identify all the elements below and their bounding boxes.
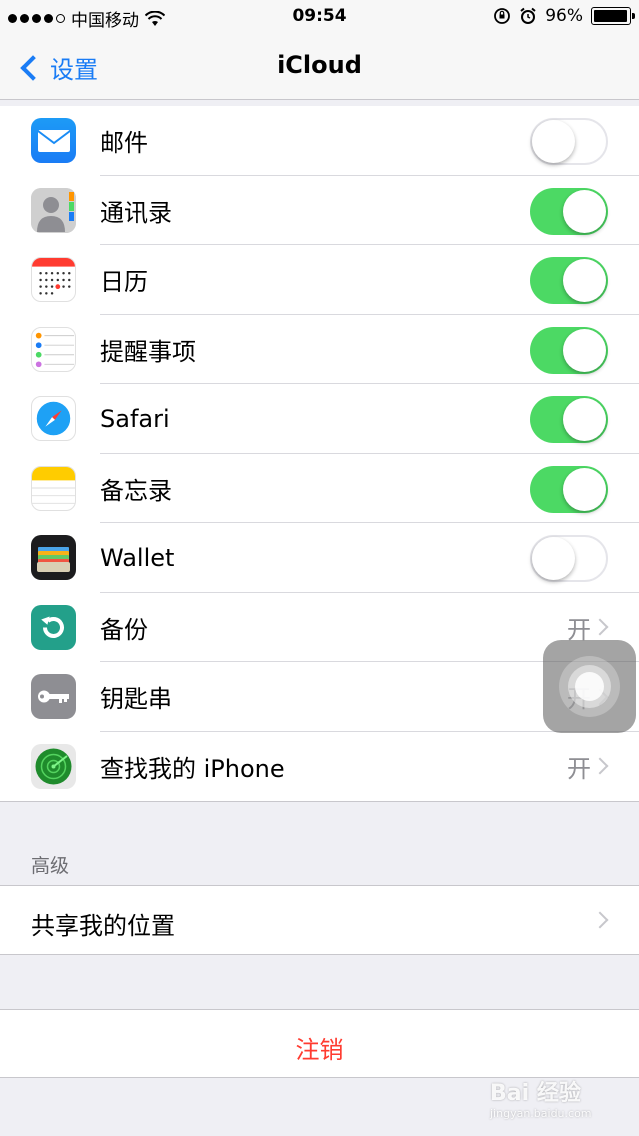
wallet-icon <box>31 535 76 580</box>
safari-toggle[interactable] <box>530 396 608 443</box>
calendar-label: 日历 <box>100 268 148 297</box>
list-item-contacts: 通讯录 <box>0 176 639 245</box>
list-item-find-my-iphone[interactable]: 查找我的 iPhone 开 <box>0 732 639 802</box>
safari-icon <box>31 396 76 441</box>
status-bar: 中国移动 09:54 96% <box>0 0 639 34</box>
wallet-label: Wallet <box>100 543 175 572</box>
notes-toggle[interactable] <box>530 465 608 513</box>
contacts-toggle[interactable] <box>530 187 608 235</box>
backup-label: 备份 <box>100 615 148 644</box>
alarm-icon <box>520 7 536 24</box>
chevron-right-icon <box>591 911 609 929</box>
keychain-icon <box>31 674 76 719</box>
section-header-advanced: 高级 <box>31 855 70 877</box>
notes-icon <box>31 465 76 511</box>
status-right: 96% <box>493 6 635 26</box>
reminders-label: 提醒事项 <box>100 337 196 366</box>
keychain-label: 钥匙串 <box>100 685 172 714</box>
mail-toggle[interactable] <box>530 118 608 165</box>
calendar-icon <box>31 257 76 302</box>
mail-icon <box>31 118 76 163</box>
share-my-location-row[interactable]: 共享我的位置 <box>0 885 639 955</box>
battery-icon <box>591 7 635 25</box>
list-item-safari: Safari <box>0 384 639 454</box>
battery-level <box>594 10 627 22</box>
chevron-right-icon <box>591 618 609 636</box>
find-my-iphone-status: 开 <box>567 754 591 783</box>
share-my-location-label: 共享我的位置 <box>31 912 175 940</box>
battery-percent: 96% <box>545 6 583 26</box>
mail-label: 邮件 <box>100 129 148 158</box>
watermark-url: jingyan.baidu.com <box>490 1107 592 1120</box>
list-item-reminders: 提醒事项 <box>0 315 639 384</box>
assistive-touch-button[interactable] <box>543 640 636 733</box>
backup-icon <box>31 604 76 650</box>
contacts-icon <box>31 187 76 233</box>
orientation-lock-icon <box>494 8 511 24</box>
watermark: Bai 经验 jingyan.baidu.com <box>490 1075 630 1120</box>
notes-label: 备忘录 <box>100 476 172 505</box>
list-item-notes: 备忘录 <box>0 454 639 523</box>
list-item-mail: 邮件 <box>0 106 639 176</box>
find-my-iphone-icon <box>31 743 76 789</box>
chevron-right-icon <box>591 757 609 775</box>
list-item-calendar: 日历 <box>0 245 639 315</box>
contacts-label: 通讯录 <box>100 198 172 227</box>
sign-out-button[interactable]: 注销 <box>0 1030 639 1065</box>
page-title: iCloud <box>277 51 362 79</box>
wallet-toggle[interactable] <box>530 535 608 582</box>
sign-out-row[interactable]: 注销 <box>0 1009 639 1078</box>
find-my-iphone-label: 查找我的 iPhone <box>100 754 285 783</box>
list-item-wallet: Wallet <box>0 523 639 593</box>
calendar-toggle[interactable] <box>530 257 608 304</box>
reminders-toggle[interactable] <box>530 326 608 374</box>
watermark-brand: Bai 经验 <box>490 1081 581 1106</box>
safari-label: Safari <box>100 404 170 433</box>
reminders-icon <box>31 326 76 372</box>
navigation-bar: 设置 iCloud <box>0 34 639 100</box>
